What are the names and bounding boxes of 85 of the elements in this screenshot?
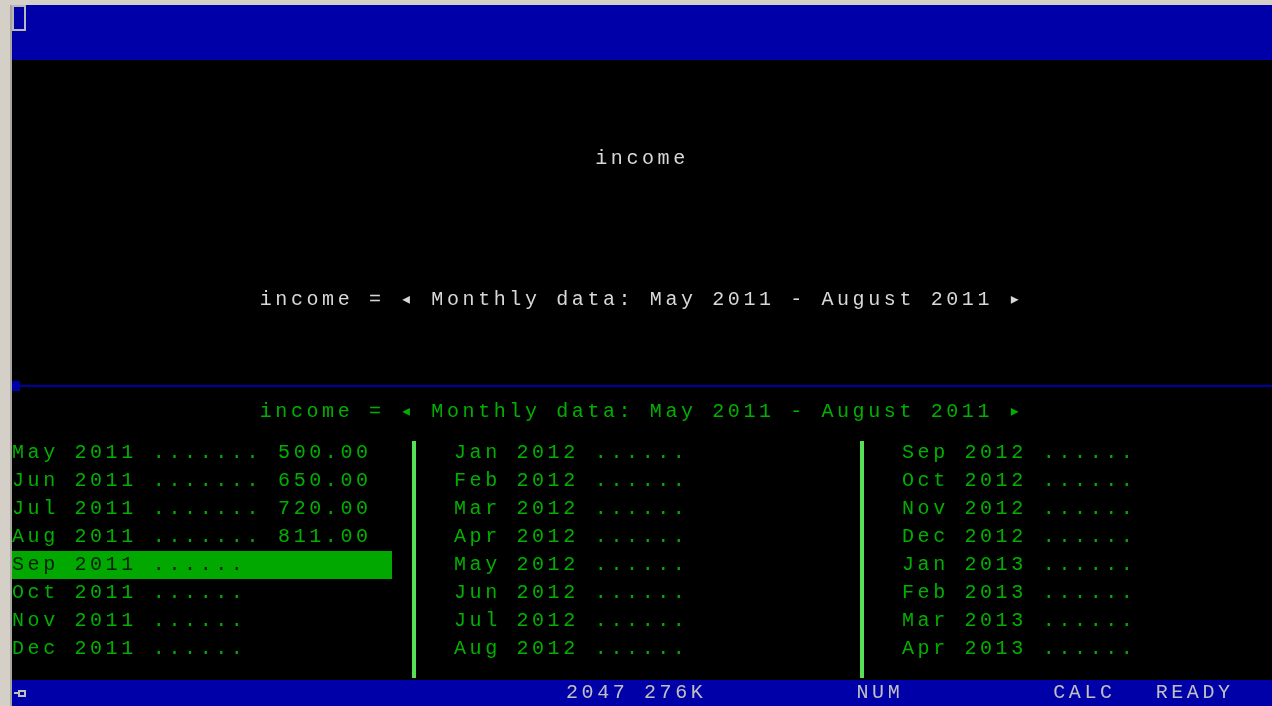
leader-dots: ...... [152,608,247,634]
leader-dots: ...... [1042,524,1137,550]
status-glyph-icon [14,689,26,697]
value-text: 720.00 [278,496,372,522]
period-label: Apr 2012 [454,524,579,550]
leader-dots: ...... [594,608,689,634]
period-label: Oct 2012 [902,468,1027,494]
memory-indicator: 2047 276K [566,680,707,706]
period-label: Jan 2012 [454,440,579,466]
period-label: Oct 2011 [12,580,137,606]
leader-dots: ...... [594,580,689,606]
data-row[interactable]: Aug 2011 ....... 811.00 [12,523,412,551]
period-label: Jun 2012 [454,580,579,606]
period-label: Apr 2013 [902,636,1027,662]
period-label: Dec 2012 [902,524,1027,550]
period-label: Jul 2011 [12,496,137,522]
value-text: 811.00 [278,524,372,550]
mode-indicator: READY [1155,680,1234,706]
leader-dots: ...... [594,496,689,522]
period-label: Feb 2012 [454,468,579,494]
data-row[interactable]: Jun 2011 ....... 650.00 [12,467,412,495]
period-label: Aug 2011 [12,524,137,550]
calc-indicator: CALC [1053,680,1116,706]
leader-dots: ...... [152,636,247,662]
data-row[interactable]: Feb 2013 ...... [902,579,1272,607]
period-label: Nov 2011 [12,608,137,634]
period-label: Jul 2012 [454,608,579,634]
leader-dots: ...... [594,636,689,662]
data-row[interactable]: Nov 2011 ...... [12,607,412,635]
value-text: 500.00 [278,440,372,466]
period-label: Feb 2013 [902,580,1027,606]
period-label: Dec 2011 [12,636,137,662]
period-label: Jan 2013 [902,552,1027,578]
period-label: May 2012 [454,552,579,578]
period-label: Nov 2012 [902,496,1027,522]
data-row[interactable]: Jun 2012 ...... [454,579,860,607]
leader-dots: ...... [152,580,247,606]
leader-dots: ...... [1042,636,1137,662]
data-row[interactable]: May 2011 ....... 500.00 [12,439,412,467]
leader-dots: ...... [594,440,689,466]
formula-text: income = ◂ Monthly data: May 2011 - August 2011 ▸ [259,287,1025,313]
data-row[interactable]: Feb 2012 ...... [454,467,860,495]
data-row[interactable]: Mar 2013 ...... [902,607,1272,635]
cursor-icon [12,5,26,31]
data-row[interactable]: Mar 2012 ...... [454,495,860,523]
data-row[interactable]: Sep 2011 ...... [12,551,392,579]
data-row[interactable]: Nov 2012 ...... [902,495,1272,523]
data-row[interactable]: Aug 2012 ...... [454,635,860,663]
data-row[interactable]: Oct 2012 ...... [902,467,1272,495]
leader-dots: ...... [594,524,689,550]
data-row[interactable]: Oct 2011 ...... [12,579,412,607]
leader-dots: ...... [1042,440,1137,466]
data-row[interactable]: Dec 2011 ...... [12,635,412,663]
data-row[interactable]: May 2012 ...... [454,551,860,579]
data-row[interactable]: Sep 2012 ...... [902,439,1272,467]
leader-dots: ....... [152,496,263,522]
formula-text: income = ◂ Monthly data: May 2011 - August 2011 ▸ [259,399,1025,425]
num-indicator: NUM [856,680,904,706]
period-label: May 2011 [12,440,137,466]
data-row[interactable]: Jul 2011 ....... 720.00 [12,495,412,523]
period-label: Mar 2013 [902,608,1027,634]
leader-dots: ...... [1042,496,1137,522]
leader-dots: ...... [152,552,247,578]
leader-dots: ....... [152,524,263,550]
data-row[interactable]: Jan 2012 ...... [454,439,860,467]
leader-dots: ...... [1042,552,1137,578]
data-row[interactable]: Apr 2012 ...... [454,523,860,551]
leader-dots: ...... [594,552,689,578]
value-text: 650.00 [278,468,372,494]
period-label: Sep 2012 [902,440,1027,466]
period-label: Aug 2012 [454,636,579,662]
pane-title: income [595,146,689,172]
period-label: Mar 2012 [454,496,579,522]
data-row[interactable]: Jul 2012 ...... [454,607,860,635]
data-row[interactable]: Dec 2012 ...... [902,523,1272,551]
leader-dots: ...... [594,468,689,494]
data-row[interactable]: Apr 2013 ...... [902,635,1272,663]
period-label: Sep 2011 [12,552,137,578]
leader-dots: ...... [1042,580,1137,606]
data-row[interactable]: Jan 2013 ...... [902,551,1272,579]
leader-dots: ....... [152,440,263,466]
leader-dots: ...... [1042,608,1137,634]
leader-dots: ....... [152,468,263,494]
leader-dots: ...... [1042,468,1137,494]
period-label: Jun 2011 [12,468,137,494]
